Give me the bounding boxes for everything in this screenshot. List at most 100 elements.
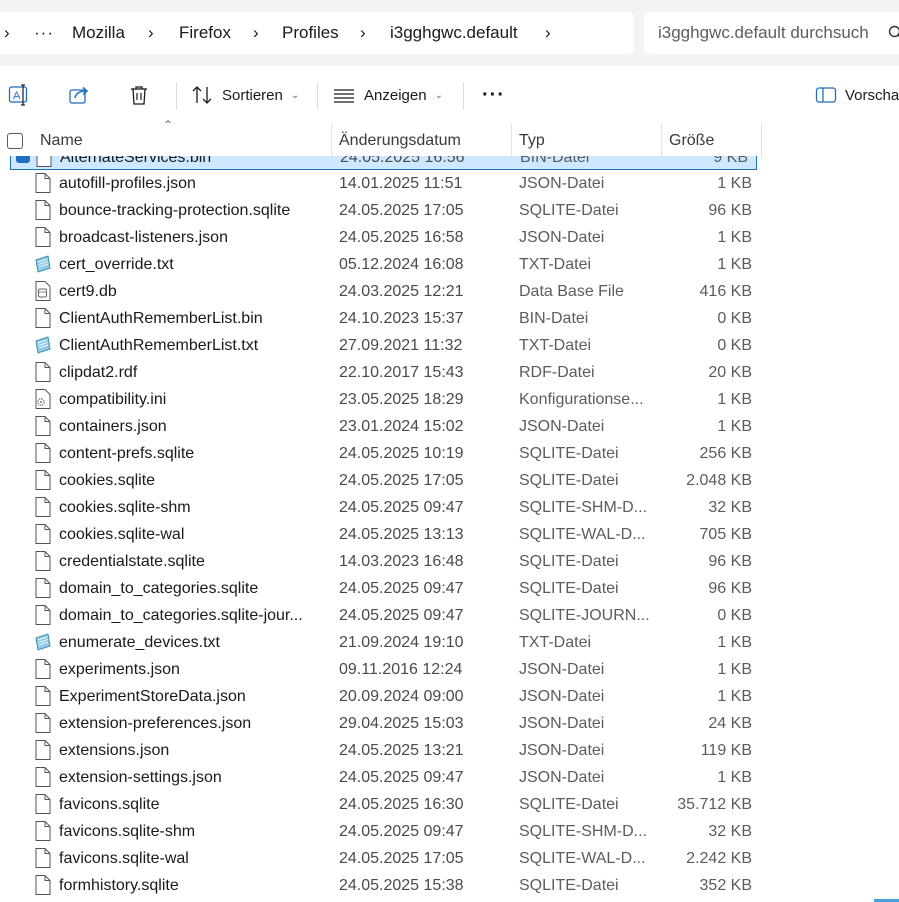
file-type: SQLITE-Datei <box>519 445 619 462</box>
file-row[interactable]: extension-settings.json 24.05.2025 09:47 J… <box>0 764 760 791</box>
file-row[interactable]: cert9.db 24.03.2025 12:21 Data Base File 41… <box>0 278 760 305</box>
file-date: 23.05.2025 18:29 <box>339 391 464 408</box>
file-type: SQLITE-SHM-D... <box>519 823 648 840</box>
file-type: BIN-Datei <box>519 310 589 327</box>
file-row[interactable]: favicons.sqlite-shm 24.05.2025 09:47 SQLIT… <box>0 818 760 845</box>
file-row[interactable]: broadcast-listeners.json 24.05.2025 16:58… <box>0 224 760 251</box>
breadcrumb-item-profile-folder[interactable]: i3gghgwc.default <box>390 12 518 54</box>
file-row[interactable]: cert_override.txt 05.12.2024 16:08 TXT-Dat… <box>0 251 760 278</box>
file-row[interactable]: formhistory.sqlite 24.05.2025 15:38 SQLITE… <box>0 872 760 899</box>
address-bar: › ··· Mozilla › Firefox › Profiles › i3g… <box>0 0 899 66</box>
file-row[interactable]: cookies.sqlite-wal 24.05.2025 13:13 SQLITE… <box>0 521 760 548</box>
file-date: 14.03.2023 16:48 <box>339 553 464 570</box>
file-icon <box>35 821 51 841</box>
file-name: extensions.json <box>59 742 170 759</box>
file-icon <box>35 443 51 463</box>
breadcrumb-separator[interactable]: › <box>148 12 154 54</box>
more-options-button[interactable]: ··· <box>482 81 505 109</box>
breadcrumb-item-firefox[interactable]: Firefox <box>179 12 231 54</box>
file-name: content-prefs.sqlite <box>59 445 195 462</box>
file-row[interactable]: ExperimentStoreData.json 20.09.2024 09:00… <box>0 683 760 710</box>
column-header-name[interactable]: Name <box>40 124 83 156</box>
file-row[interactable]: cookies.sqlite-shm 24.05.2025 09:47 SQLITE… <box>0 494 760 521</box>
column-header-type[interactable]: Typ <box>519 124 545 156</box>
share-button[interactable] <box>68 81 90 109</box>
file-row[interactable]: autofill-profiles.json 14.01.2025 11:51 JS… <box>0 170 760 197</box>
file-date: 22.10.2017 15:43 <box>339 364 464 381</box>
file-name: favicons.sqlite-wal <box>59 850 189 867</box>
file-icon <box>35 605 51 625</box>
breadcrumb-separator[interactable]: › <box>360 12 366 54</box>
file-name: broadcast-listeners.json <box>59 229 228 246</box>
file-row[interactable]: ClientAuthRememberList.txt 27.09.2021 11:… <box>0 332 760 359</box>
file-row[interactable]: bounce-tracking-protection.sqlite 24.05.2… <box>0 197 760 224</box>
file-name: compatibility.ini <box>59 391 167 408</box>
file-size: 352 KB <box>699 877 752 894</box>
file-name: experiments.json <box>59 661 180 678</box>
file-size: 705 KB <box>699 526 752 543</box>
file-type: JSON-Datei <box>519 769 605 786</box>
file-row[interactable]: extension-preferences.json 29.04.2025 15:… <box>0 710 760 737</box>
file-list: AlternateServices.bin 24.05.2025 16:56 B… <box>0 156 899 902</box>
file-date: 24.05.2025 17:05 <box>339 850 464 867</box>
file-row[interactable]: extensions.json 24.05.2025 13:21 JSON-Date… <box>0 737 760 764</box>
file-icon <box>35 767 51 787</box>
file-type: RDF-Datei <box>519 364 595 381</box>
file-date: 21.09.2024 19:10 <box>339 634 464 651</box>
view-button[interactable]: Anzeigen ⌄ <box>332 81 443 109</box>
file-size: 32 KB <box>708 823 752 840</box>
file-size: 96 KB <box>708 580 752 597</box>
row-checkbox-checked[interactable] <box>16 156 30 163</box>
sort-button[interactable]: Sortieren ⌄ <box>190 81 299 109</box>
file-type: Konfigurationse... <box>519 391 644 408</box>
file-icon <box>35 497 51 517</box>
sort-arrows-icon <box>192 86 212 104</box>
delete-button[interactable] <box>128 81 150 109</box>
column-header-size[interactable]: Größe <box>669 124 714 156</box>
search-input[interactable]: i3gghgwc.default durchsuchen <box>644 12 899 54</box>
search-icon[interactable] <box>888 25 899 41</box>
file-row[interactable]: enumerate_devices.txt 21.09.2024 19:10 TXT… <box>0 629 760 656</box>
file-size: 256 KB <box>699 445 752 462</box>
file-row[interactable]: ClientAuthRememberList.bin 24.10.2023 15:… <box>0 305 760 332</box>
file-row[interactable]: experiments.json 09.11.2016 12:24 JSON-Dat… <box>0 656 760 683</box>
file-row[interactable]: clipdat2.rdf 22.10.2017 15:43 RDF-Datei 20 … <box>0 359 760 386</box>
breadcrumb-item-profiles[interactable]: Profiles <box>282 12 339 54</box>
file-row[interactable]: cookies.sqlite 24.05.2025 17:05 SQLITE-Dat… <box>0 467 760 494</box>
select-all-checkbox[interactable] <box>7 133 23 149</box>
file-row-selected[interactable]: AlternateServices.bin 24.05.2025 16:56 B… <box>10 156 757 170</box>
file-row[interactable]: content-prefs.sqlite 24.05.2025 10:19 SQLI… <box>0 440 760 467</box>
breadcrumb-more-button[interactable]: ··· <box>34 12 54 54</box>
file-size: 96 KB <box>708 202 752 219</box>
column-divider[interactable] <box>511 124 512 158</box>
breadcrumb-overflow-chevron[interactable]: › <box>4 12 10 54</box>
file-row[interactable]: favicons.sqlite 24.05.2025 16:30 SQLITE-Da… <box>0 791 760 818</box>
column-divider[interactable] <box>761 124 762 158</box>
file-date: 24.05.2025 09:47 <box>339 499 464 516</box>
file-row[interactable]: credentialstate.sqlite 14.03.2023 16:48 SQ… <box>0 548 760 575</box>
file-size: 1 KB <box>717 769 752 786</box>
file-type: SQLITE-WAL-D... <box>519 850 646 867</box>
breadcrumb[interactable]: › ··· Mozilla › Firefox › Profiles › i3g… <box>0 12 634 54</box>
file-row[interactable]: favicons.sqlite-wal 24.05.2025 17:05 SQLIT… <box>0 845 760 872</box>
column-header-date[interactable]: Änderungsdatum <box>339 124 461 156</box>
column-divider[interactable] <box>661 124 662 158</box>
preview-label: Vorschau <box>845 86 899 104</box>
file-type: JSON-Datei <box>519 715 605 732</box>
file-date: 24.05.2025 09:47 <box>339 769 464 786</box>
file-date: 24.05.2025 16:58 <box>339 229 464 246</box>
column-divider[interactable] <box>331 124 332 158</box>
file-name: containers.json <box>59 418 167 435</box>
breadcrumb-item-mozilla[interactable]: Mozilla <box>72 12 125 54</box>
file-row[interactable]: compatibility.ini 23.05.2025 18:29 Konfigu… <box>0 386 760 413</box>
file-row[interactable]: domain_to_categories.sqlite 24.05.2025 09… <box>0 575 760 602</box>
rename-button[interactable]: A <box>8 81 30 109</box>
file-row[interactable]: containers.json 23.01.2024 15:02 JSON-Date… <box>0 413 760 440</box>
file-row[interactable]: domain_to_categories.sqlite-jour... 24.05… <box>0 602 760 629</box>
breadcrumb-trailing-chevron[interactable]: › <box>545 12 551 54</box>
preview-pane-button[interactable]: Vorschau <box>815 81 899 109</box>
file-icon <box>35 524 51 544</box>
file-type: Data Base File <box>519 283 624 300</box>
breadcrumb-separator[interactable]: › <box>253 12 259 54</box>
file-date: 24.05.2025 13:21 <box>339 742 464 759</box>
